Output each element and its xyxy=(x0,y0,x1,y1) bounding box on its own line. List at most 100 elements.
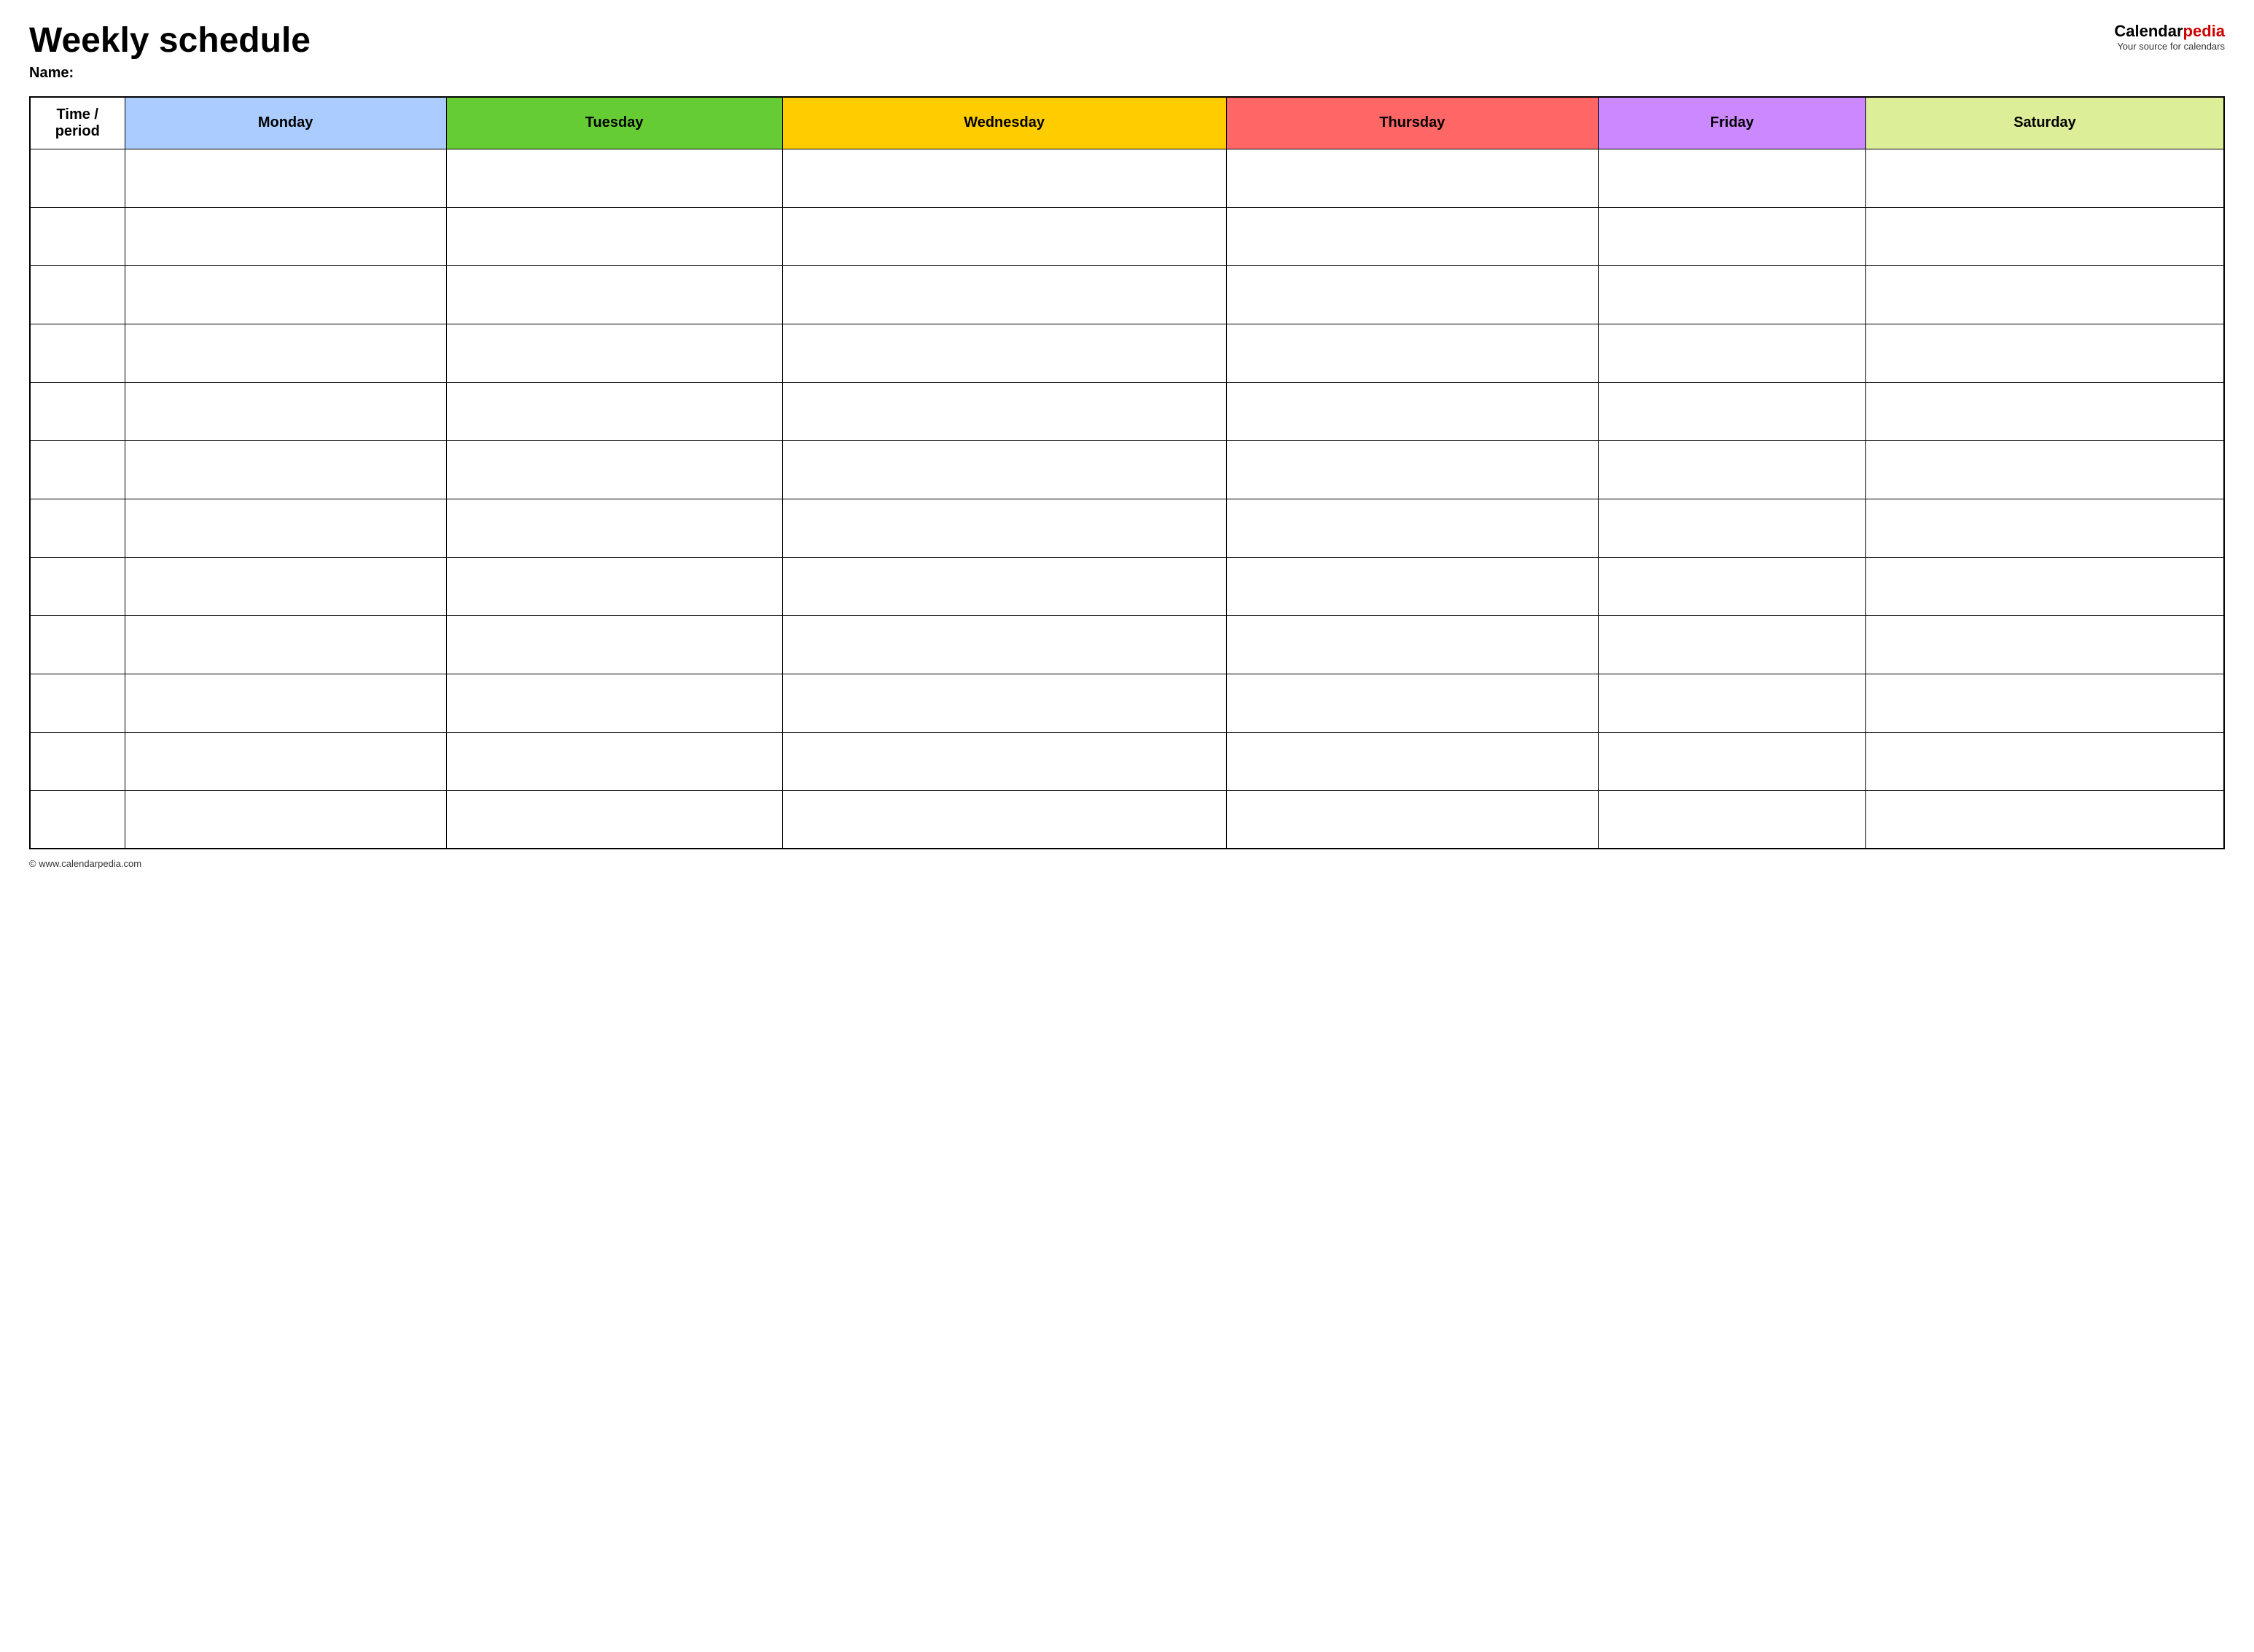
cell-monday[interactable] xyxy=(125,615,446,674)
cell-friday[interactable] xyxy=(1598,499,1865,557)
cell-thursday[interactable] xyxy=(1226,732,1598,790)
cell-monday[interactable] xyxy=(125,499,446,557)
time-cell[interactable] xyxy=(30,732,125,790)
time-cell[interactable] xyxy=(30,674,125,732)
cell-thursday[interactable] xyxy=(1226,674,1598,732)
cell-monday[interactable] xyxy=(125,265,446,324)
cell-wednesday[interactable] xyxy=(782,732,1226,790)
cell-friday[interactable] xyxy=(1598,265,1865,324)
cell-friday[interactable] xyxy=(1598,149,1865,207)
time-cell[interactable] xyxy=(30,790,125,849)
cell-thursday[interactable] xyxy=(1226,149,1598,207)
cell-monday[interactable] xyxy=(125,382,446,440)
cell-friday[interactable] xyxy=(1598,732,1865,790)
cell-monday[interactable] xyxy=(125,790,446,849)
cell-monday[interactable] xyxy=(125,732,446,790)
cell-wednesday[interactable] xyxy=(782,499,1226,557)
cell-wednesday[interactable] xyxy=(782,265,1226,324)
time-cell[interactable] xyxy=(30,615,125,674)
time-cell[interactable] xyxy=(30,382,125,440)
cell-saturday[interactable] xyxy=(1866,732,2224,790)
cell-saturday[interactable] xyxy=(1866,382,2224,440)
cell-saturday[interactable] xyxy=(1866,790,2224,849)
cell-tuesday[interactable] xyxy=(446,674,782,732)
cell-wednesday[interactable] xyxy=(782,324,1226,382)
cell-thursday[interactable] xyxy=(1226,790,1598,849)
cell-friday[interactable] xyxy=(1598,324,1865,382)
cell-tuesday[interactable] xyxy=(446,207,782,265)
cell-friday[interactable] xyxy=(1598,382,1865,440)
cell-friday[interactable] xyxy=(1598,790,1865,849)
table-row xyxy=(30,265,2224,324)
col-header-thursday: Thursday xyxy=(1226,97,1598,149)
col-header-friday: Friday xyxy=(1598,97,1865,149)
cell-tuesday[interactable] xyxy=(446,499,782,557)
cell-saturday[interactable] xyxy=(1866,265,2224,324)
cell-tuesday[interactable] xyxy=(446,440,782,499)
time-cell[interactable] xyxy=(30,149,125,207)
cell-saturday[interactable] xyxy=(1866,149,2224,207)
table-row xyxy=(30,149,2224,207)
cell-monday[interactable] xyxy=(125,557,446,615)
cell-tuesday[interactable] xyxy=(446,557,782,615)
cell-monday[interactable] xyxy=(125,440,446,499)
cell-thursday[interactable] xyxy=(1226,499,1598,557)
cell-tuesday[interactable] xyxy=(446,324,782,382)
time-cell[interactable] xyxy=(30,324,125,382)
cell-thursday[interactable] xyxy=(1226,382,1598,440)
cell-monday[interactable] xyxy=(125,324,446,382)
footer-url: © www.calendarpedia.com xyxy=(29,858,141,869)
time-cell[interactable] xyxy=(30,207,125,265)
cell-tuesday[interactable] xyxy=(446,382,782,440)
cell-wednesday[interactable] xyxy=(782,440,1226,499)
cell-wednesday[interactable] xyxy=(782,557,1226,615)
cell-wednesday[interactable] xyxy=(782,207,1226,265)
cell-saturday[interactable] xyxy=(1866,324,2224,382)
cell-monday[interactable] xyxy=(125,149,446,207)
cell-wednesday[interactable] xyxy=(782,615,1226,674)
time-cell[interactable] xyxy=(30,440,125,499)
cell-thursday[interactable] xyxy=(1226,324,1598,382)
cell-friday[interactable] xyxy=(1598,207,1865,265)
table-row xyxy=(30,499,2224,557)
col-header-wednesday: Wednesday xyxy=(782,97,1226,149)
cell-saturday[interactable] xyxy=(1866,557,2224,615)
cell-tuesday[interactable] xyxy=(446,149,782,207)
cell-tuesday[interactable] xyxy=(446,732,782,790)
cell-tuesday[interactable] xyxy=(446,615,782,674)
cell-wednesday[interactable] xyxy=(782,382,1226,440)
col-header-saturday: Saturday xyxy=(1866,97,2224,149)
table-row xyxy=(30,324,2224,382)
cell-tuesday[interactable] xyxy=(446,790,782,849)
cell-thursday[interactable] xyxy=(1226,615,1598,674)
cell-wednesday[interactable] xyxy=(782,790,1226,849)
cell-monday[interactable] xyxy=(125,207,446,265)
cell-saturday[interactable] xyxy=(1866,615,2224,674)
header-row: Time / period Monday Tuesday Wednesday T… xyxy=(30,97,2224,149)
cell-tuesday[interactable] xyxy=(446,265,782,324)
cell-thursday[interactable] xyxy=(1226,207,1598,265)
logo-calendar: Calendar xyxy=(2114,22,2183,40)
cell-thursday[interactable] xyxy=(1226,440,1598,499)
cell-saturday[interactable] xyxy=(1866,440,2224,499)
cell-saturday[interactable] xyxy=(1866,207,2224,265)
col-header-time: Time / period xyxy=(30,97,125,149)
time-cell[interactable] xyxy=(30,265,125,324)
cell-wednesday[interactable] xyxy=(782,674,1226,732)
logo-block: Calendarpedia Your source for calendars xyxy=(2114,22,2225,52)
logo-text: Calendarpedia xyxy=(2114,22,2225,41)
cell-friday[interactable] xyxy=(1598,557,1865,615)
cell-friday[interactable] xyxy=(1598,440,1865,499)
cell-friday[interactable] xyxy=(1598,615,1865,674)
cell-friday[interactable] xyxy=(1598,674,1865,732)
page-header: Weekly schedule Name: Calendarpedia Your… xyxy=(29,22,2225,82)
cell-monday[interactable] xyxy=(125,674,446,732)
cell-wednesday[interactable] xyxy=(782,149,1226,207)
cell-saturday[interactable] xyxy=(1866,499,2224,557)
col-header-tuesday: Tuesday xyxy=(446,97,782,149)
time-cell[interactable] xyxy=(30,499,125,557)
cell-thursday[interactable] xyxy=(1226,557,1598,615)
time-cell[interactable] xyxy=(30,557,125,615)
cell-thursday[interactable] xyxy=(1226,265,1598,324)
cell-saturday[interactable] xyxy=(1866,674,2224,732)
